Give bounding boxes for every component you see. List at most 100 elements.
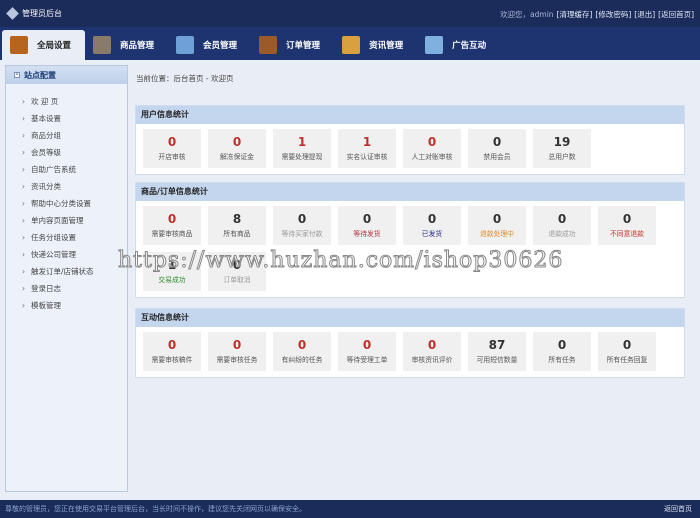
tab-icon	[176, 36, 195, 54]
sidebar-item[interactable]: 模板管理	[22, 297, 127, 314]
stat-label: 所有任务回复	[606, 356, 648, 364]
sidebar-item[interactable]: 欢 迎 页	[22, 93, 127, 110]
stat-card[interactable]: 0 退款成功	[533, 206, 591, 245]
sidebar-item[interactable]: 会员等级	[22, 144, 127, 161]
sidebar-item[interactable]: 任务分组设置	[22, 229, 127, 246]
tab-3[interactable]: 订单管理	[251, 30, 334, 60]
stat-card[interactable]: 0 需要审核稿件	[143, 332, 201, 371]
tab-1[interactable]: 商品管理	[85, 30, 168, 60]
stat-card[interactable]: 0 审核资讯评价	[403, 332, 461, 371]
pencil-icon	[6, 7, 19, 20]
stat-label: 需要处理提现	[281, 153, 323, 161]
collapse-icon: -	[14, 71, 20, 78]
stat-card[interactable]: 0 订单取消	[208, 252, 266, 291]
stat-value: 0	[622, 212, 632, 226]
footer-home-link[interactable]: 返回首页	[664, 500, 692, 518]
stat-value: 0	[492, 212, 502, 226]
stat-card[interactable]: 1 实名认证审核	[338, 129, 396, 168]
stat-label: 开店审核	[158, 153, 186, 161]
stat-label: 退款成功	[548, 230, 576, 238]
user-links: 欢迎您，admin [清理缓存] [修改密码] [退出] [返回首页]	[500, 9, 694, 20]
stat-card[interactable]: 0 所有任务回复	[598, 332, 656, 371]
section-title: 互动信息统计	[136, 309, 684, 327]
stat-card[interactable]: 0 等待受理工单	[338, 332, 396, 371]
stat-label: 已发货	[421, 230, 443, 238]
stat-card[interactable]: 0 已发货	[403, 206, 461, 245]
sidebar-item[interactable]: 自助广告系统	[22, 161, 127, 178]
stat-value: 0	[167, 135, 177, 149]
home-link[interactable]: [返回首页]	[658, 9, 694, 20]
stat-value: 87	[488, 338, 506, 352]
tab-icon	[259, 36, 278, 54]
interaction-stats-section: 互动信息统计 0 需要审核稿件 0 需要审核任务 0 有纠纷的任务 0 等待受理工单 0 审核资讯评…	[135, 308, 685, 378]
stat-card[interactable]: 0 不同意退款	[598, 206, 656, 245]
stat-value: 0	[297, 338, 307, 352]
sidebar-item[interactable]: 单内容页面管理	[22, 212, 127, 229]
stat-card[interactable]: 0 禁用会员	[468, 129, 526, 168]
tab-5[interactable]: 广告互动	[417, 30, 500, 60]
tab-label: 全局设置	[37, 41, 72, 51]
section-title: 用户信息统计	[136, 106, 684, 124]
app-logo: 管理员后台	[6, 7, 62, 20]
stat-value: 0	[362, 212, 372, 226]
stat-label: 等待发货	[353, 230, 381, 238]
stat-card[interactable]: 19 总用户数	[533, 129, 591, 168]
sidebar-item[interactable]: 基本设置	[22, 110, 127, 127]
stat-card[interactable]: 8 所有商品	[208, 206, 266, 245]
stat-card[interactable]: 0 需要审核商品	[143, 206, 201, 245]
sidebar-header[interactable]: - 站点配置	[6, 66, 127, 84]
tab-icon	[425, 36, 444, 54]
tab-2[interactable]: 会员管理	[168, 30, 251, 60]
stat-label: 有纠纷的任务	[281, 356, 323, 364]
sidebar-item[interactable]: 触发订单/店铺状态	[22, 263, 127, 280]
stat-value: 0	[167, 338, 177, 352]
stat-card[interactable]: 0 所有任务	[533, 332, 591, 371]
stat-card[interactable]: 0 有纠纷的任务	[273, 332, 331, 371]
stat-label: 总用户数	[548, 153, 576, 161]
stat-label: 需要审核稿件	[151, 356, 193, 364]
stat-card[interactable]: 0 开店审核	[143, 129, 201, 168]
stat-grid: 0 需要审核商品 8 所有商品 0 等待买家付款 0 等待发货 0 已发货 0 退款处理中 0 退款成功 0…	[136, 201, 684, 297]
main-content: 当前位置：后台首页 - 欢迎页 用户信息统计 0 开店审核 0 解冻保证金 1 需要处理提现…	[133, 65, 685, 495]
stat-card[interactable]: 0 等待买家付款	[273, 206, 331, 245]
stat-card[interactable]: 0 等待发货	[338, 206, 396, 245]
sidebar-item[interactable]: 商品分组	[22, 127, 127, 144]
stat-label: 订单取消	[223, 276, 251, 284]
clear-cache-link[interactable]: [清理缓存]	[557, 9, 593, 20]
stat-label: 人工对账审核	[411, 153, 453, 161]
order-stats-section: 商品/订单信息统计 0 需要审核商品 8 所有商品 0 等待买家付款 0 等待发货 0 已发货 0 退款…	[135, 182, 685, 298]
stat-value: 0	[492, 135, 502, 149]
tab-0[interactable]: 全局设置	[2, 30, 86, 60]
sidebar-item[interactable]: 帮助中心分类设置	[22, 195, 127, 212]
stat-card[interactable]: 0 需要审核任务	[208, 332, 266, 371]
tab-label: 广告互动	[452, 41, 487, 51]
stat-label: 需要审核商品	[151, 230, 193, 238]
sidebar: -站点配置 欢 迎 页基本设置商品分组会员等级自助广告系统资讯分类帮助中心分类设…	[5, 65, 128, 492]
stat-card[interactable]: 0 解冻保证金	[208, 129, 266, 168]
stat-value: 0	[427, 338, 437, 352]
footer-notice: 尊敬的管理员，您正在使用交易平台管理后台，当长时间不操作，建议您先关闭网页以确保…	[5, 505, 306, 513]
logout-link[interactable]: [退出]	[634, 9, 655, 20]
stat-card[interactable]: 0 人工对账审核	[403, 129, 461, 168]
stat-value: 19	[553, 135, 571, 149]
stat-label: 等待受理工单	[346, 356, 388, 364]
stat-label: 所有商品	[223, 230, 251, 238]
welcome-text: 欢迎您，admin	[500, 10, 554, 19]
stat-card[interactable]: 87 可用短信数量	[468, 332, 526, 371]
sidebar-item[interactable]: 快递公司管理	[22, 246, 127, 263]
sidebar-item[interactable]: 登录日志	[22, 280, 127, 297]
stat-value: 1	[362, 135, 372, 149]
sidebar-menu: 欢 迎 页基本设置商品分组会员等级自助广告系统资讯分类帮助中心分类设置单内容页面…	[6, 84, 127, 314]
tab-4[interactable]: 资讯管理	[334, 30, 417, 60]
section-title: 商品/订单信息统计	[136, 183, 684, 201]
stat-card[interactable]: 0 退款处理中	[468, 206, 526, 245]
stat-card[interactable]: 1 交易成功	[143, 252, 201, 291]
stat-card[interactable]: 1 需要处理提现	[273, 129, 331, 168]
sidebar-item[interactable]: 资讯分类	[22, 178, 127, 195]
change-password-link[interactable]: [修改密码]	[595, 9, 631, 20]
stat-label: 审核资讯评价	[411, 356, 453, 364]
stat-value: 8	[232, 212, 242, 226]
tab-label: 订单管理	[286, 41, 321, 51]
stat-value: 0	[557, 212, 567, 226]
footer: 尊敬的管理员，您正在使用交易平台管理后台，当长时间不操作，建议您先关闭网页以确保…	[0, 500, 700, 518]
